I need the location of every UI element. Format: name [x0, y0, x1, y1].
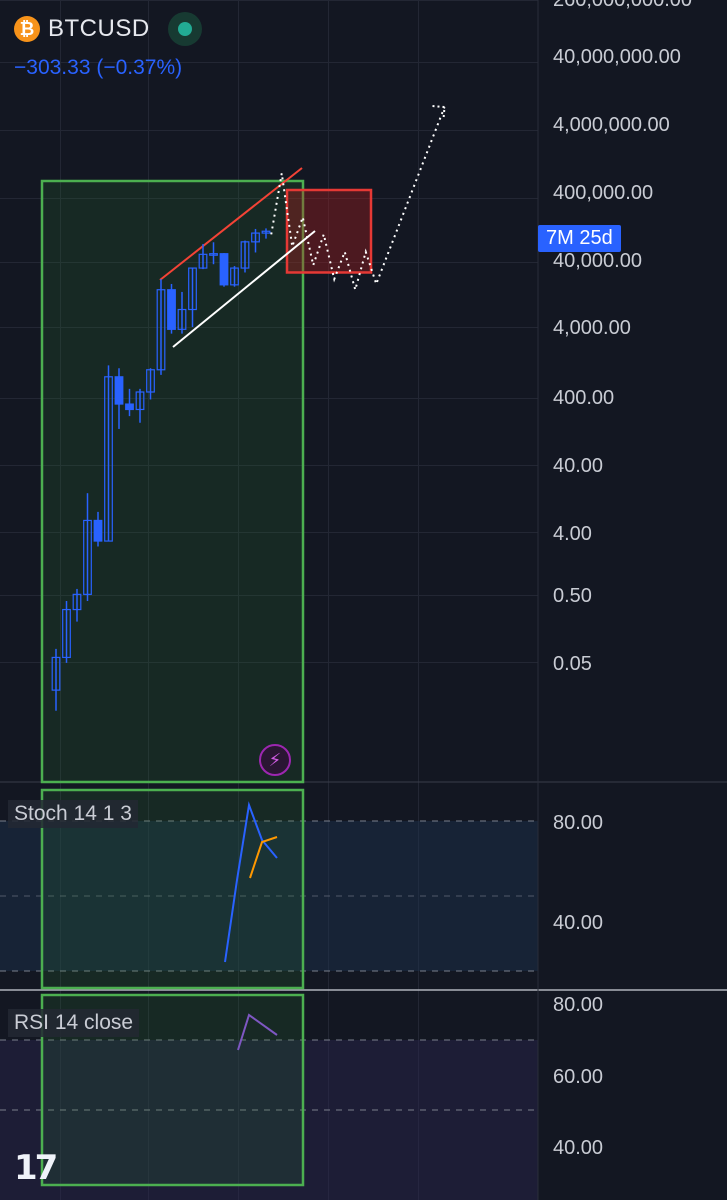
axis-tick-label: 260,000,000.00: [553, 0, 692, 11]
bitcoin-logo-icon: ₿: [14, 16, 40, 42]
axis-tick-label: 0.50: [553, 585, 592, 607]
stoch-axis-labels[interactable]: 80.00 40.00: [553, 812, 603, 934]
axis-tick-label: 40.00: [553, 912, 603, 934]
tradingview-logo[interactable]: 17: [14, 1148, 58, 1188]
candle-body: [114, 376, 124, 405]
axis-tick-label: 80.00: [553, 994, 603, 1016]
candle-body: [167, 289, 176, 330]
market-status-icon[interactable]: [167, 12, 202, 46]
axis-tick-label: 400.00: [553, 387, 614, 409]
axis-tick-label: 80.00: [553, 812, 603, 834]
axis-tick-label: 0.05: [553, 653, 592, 675]
axis-tick-label: 4.00: [553, 523, 592, 545]
candle-body: [125, 403, 134, 411]
red-projection-box[interactable]: [285, 188, 373, 274]
lightning-bolt-icon[interactable]: ⚡: [259, 744, 291, 776]
rsi-axis-labels[interactable]: 80.00 60.00 40.00: [553, 994, 603, 1159]
candle-body: [219, 253, 229, 286]
axis-tick-label: 60.00: [553, 1066, 603, 1088]
status-dot: [177, 22, 192, 36]
axis-tick-label: 40,000,000.00: [553, 46, 681, 68]
candle-body: [93, 519, 103, 542]
price-axis-labels[interactable]: 260,000,000.00 40,000,000.00 4,000,000.00 4…: [553, 0, 692, 675]
axis-tick-label: 40.00: [553, 1137, 603, 1159]
rsi-indicator-label[interactable]: RSI 14 close: [8, 1009, 140, 1037]
axis-tick-label: 40,000.00: [553, 250, 642, 272]
axis-tick-label: 4,000.00: [553, 317, 631, 339]
bar-countdown-badge: 7M 25d: [538, 225, 621, 252]
stoch-indicator-label[interactable]: Stoch 14 1 3: [8, 800, 138, 828]
axis-tick-label: 40.00: [553, 455, 603, 477]
axis-tick-label: 4,000,000.00: [553, 114, 670, 136]
symbol-header[interactable]: ₿ BTCUSD: [14, 12, 202, 46]
symbol-name[interactable]: BTCUSD: [48, 15, 150, 43]
price-change: −303.33 (−0.37%): [14, 56, 183, 79]
axis-tick-label: 400,000.00: [553, 182, 653, 204]
